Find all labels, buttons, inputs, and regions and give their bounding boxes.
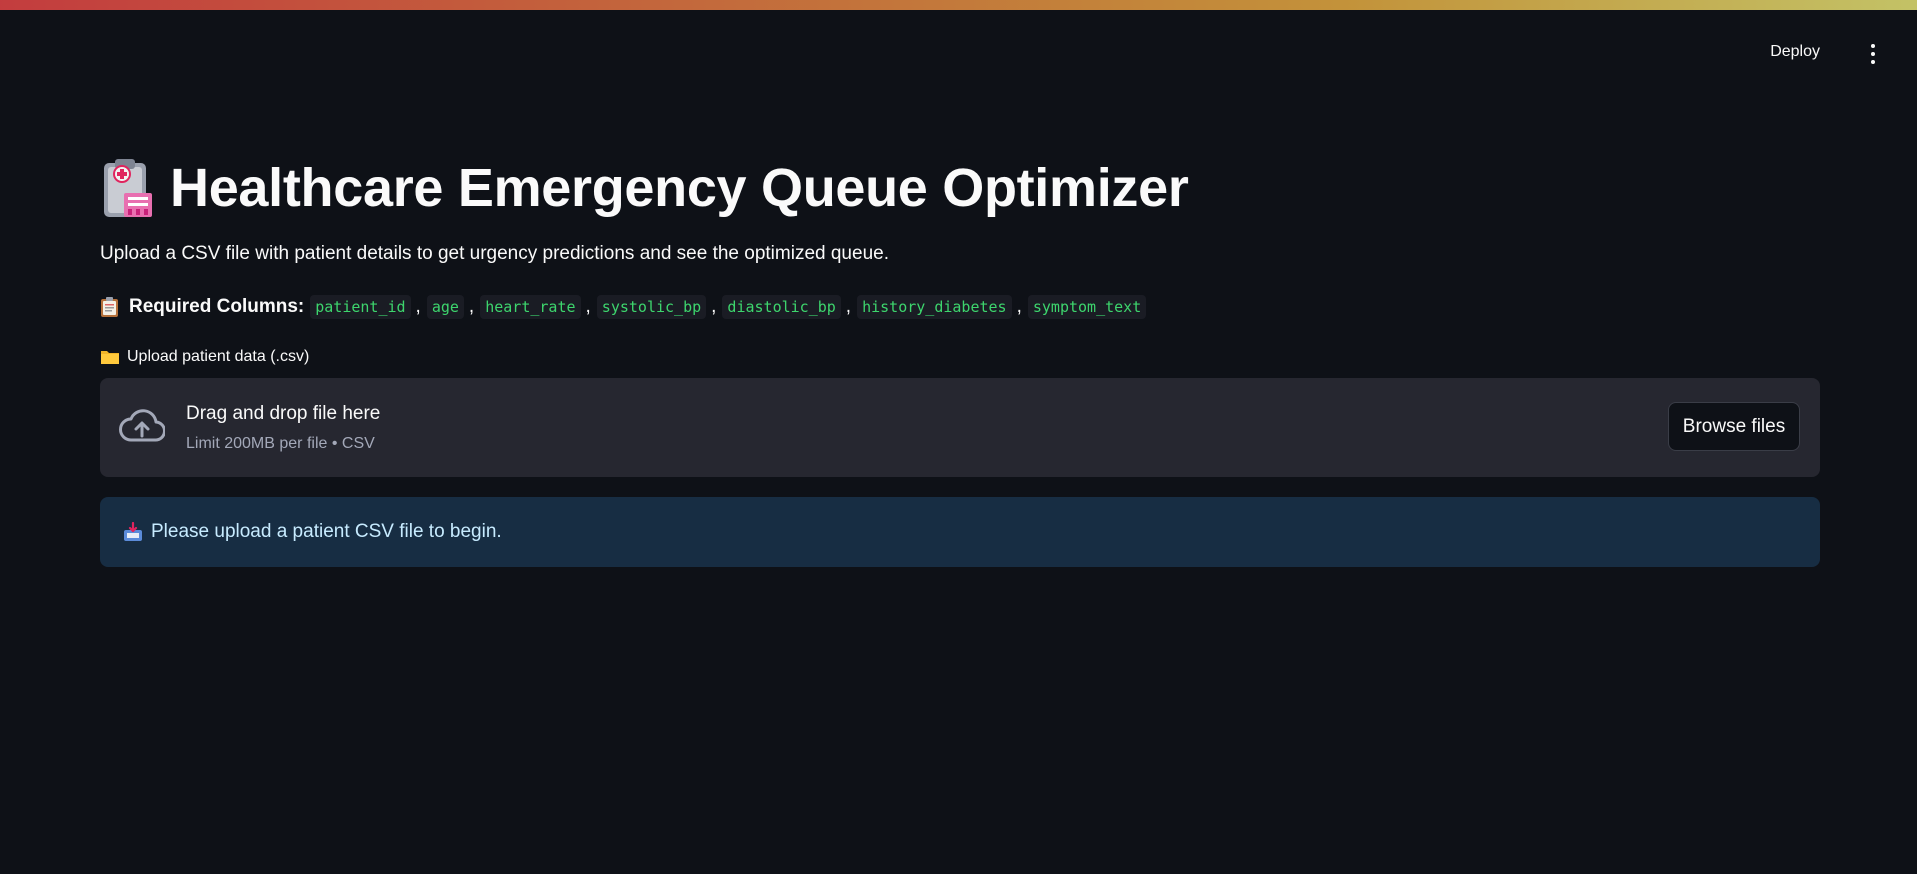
folder-icon: [101, 351, 119, 364]
column-separator: ,: [711, 296, 717, 317]
column-code-patient-id: patient_id: [310, 295, 411, 319]
column-separator: ,: [845, 296, 852, 317]
column-code-systolic-bp: systolic_bp: [596, 295, 707, 319]
main-content: Healthcare Emergency Queue Optimizer Upl…: [100, 150, 1820, 567]
browse-files-button[interactable]: Browse files: [1668, 402, 1800, 451]
clipboard-icon: [101, 297, 118, 317]
column-code-age: age: [426, 295, 464, 319]
column-code-history-diabetes: history_diabetes: [857, 295, 1012, 319]
title-row: Healthcare Emergency Queue Optimizer: [100, 150, 1820, 226]
dropzone-limit-text: Limit 200MB per file • CSV: [186, 435, 375, 452]
info-alert-text: Please upload a patient CSV file to begi…: [151, 521, 502, 542]
info-alert: Please upload a patient CSV file to begi…: [100, 497, 1820, 567]
column-separator: ,: [585, 296, 591, 317]
page-subtitle: Upload a CSV file with patient details t…: [100, 243, 889, 264]
dropzone-instructions: Drag and drop file here: [186, 403, 381, 424]
page-title: Healthcare Emergency Queue Optimizer: [170, 158, 1189, 218]
deploy-button[interactable]: Deploy: [1770, 43, 1820, 61]
app-header: Deploy: [0, 10, 1917, 98]
file-dropzone[interactable]: Drag and drop file here Limit 200MB per …: [100, 378, 1820, 477]
uploader-label-row: Upload patient data (.csv): [100, 346, 1820, 368]
column-separator: ,: [1016, 296, 1022, 317]
column-code-symptom-text: symptom_text: [1027, 295, 1147, 319]
column-code-diastolic-bp: diastolic_bp: [722, 295, 841, 319]
column-separator: ,: [468, 296, 475, 317]
top-decoration-stripe: [0, 0, 1917, 10]
kebab-menu-icon[interactable]: [1868, 44, 1878, 64]
inbox-tray-icon: [124, 522, 142, 541]
column-code-heart-rate: heart_rate: [480, 295, 581, 319]
column-separator: ,: [415, 296, 421, 317]
uploader-label: Upload patient data (.csv): [127, 348, 310, 365]
required-columns-row: Required Columns: patient_id, age, heart…: [100, 294, 1820, 320]
cloud-upload-icon: [119, 409, 165, 442]
required-columns-label: Required Columns:: [129, 296, 305, 317]
hospital-clipboard-icon: [104, 159, 152, 217]
